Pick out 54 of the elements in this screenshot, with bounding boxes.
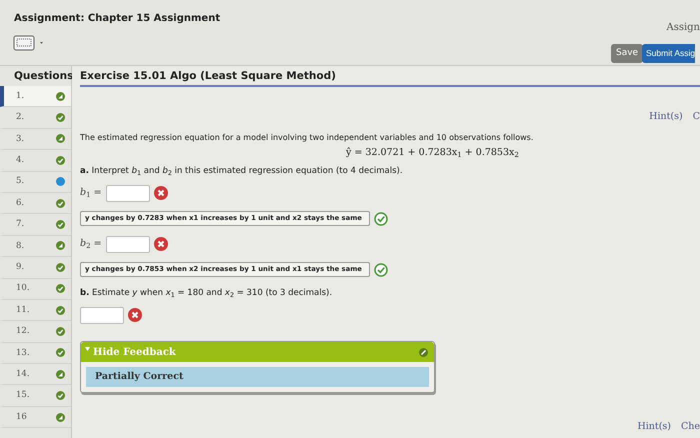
question-item[interactable]: 15. <box>0 385 71 407</box>
question-number: 15. <box>16 389 30 402</box>
question-number: 16 <box>16 410 27 424</box>
question-item[interactable]: 16 <box>0 406 71 428</box>
submit-button[interactable]: Submit Assig <box>642 44 696 63</box>
assignment-label: Assign <box>666 21 700 35</box>
answer-field[interactable] <box>106 184 150 202</box>
question-number: 14. <box>16 368 30 381</box>
question-item[interactable]: 6. <box>0 192 71 214</box>
question-number: 6. <box>16 196 24 210</box>
question-item[interactable]: 11. <box>0 300 71 322</box>
answer-field[interactable] <box>80 306 124 324</box>
question-number: 9. <box>16 260 24 274</box>
question-number: 7. <box>16 218 24 231</box>
question-item[interactable]: 3. <box>0 128 71 150</box>
hints-link[interactable]: Hint(s) <box>649 110 683 124</box>
check-link[interactable]: C <box>692 110 700 124</box>
question-number: 5. <box>16 175 24 188</box>
hints-link[interactable]: Hint(s) <box>637 420 671 434</box>
answer-label: b$_{1}$ = <box>80 186 102 200</box>
question-text: b. Estimate y when x$_{1}$ = 180 and x$_{2}$ = 310 (to 3 decimals). <box>80 287 334 301</box>
check-link[interactable]: Che <box>680 420 700 434</box>
answer-label: b$_{2}$ = <box>80 236 102 252</box>
feedback-result: Partially Correct <box>86 367 429 387</box>
question-number: 11. <box>16 304 30 316</box>
question-text: The estimated regression equation for a model involving two independent variables and 10 observations follows. <box>80 132 534 144</box>
questions-heading: Questions <box>13 69 71 84</box>
answer-field[interactable] <box>106 236 150 252</box>
question-number: 13. <box>16 346 30 360</box>
pencil-icon[interactable] <box>419 348 428 356</box>
exercise-tab[interactable]: Exercise 15.01 Algo (Least Square Method) <box>80 66 700 87</box>
question-number: 12. <box>16 325 30 338</box>
question-item[interactable]: 7. <box>0 214 71 236</box>
question-item[interactable]: 8. <box>0 236 71 258</box>
question-item[interactable]: 2. <box>0 107 71 129</box>
question-item[interactable]: 1. <box>0 86 71 108</box>
question-item[interactable]: 5. <box>0 172 71 193</box>
question-number: 2. <box>16 111 24 124</box>
question-item[interactable]: 13. <box>0 342 71 364</box>
question-number: 4. <box>16 154 24 167</box>
question-number: 3. <box>16 132 24 146</box>
page-title: Assignment: Chapter 15 Assignment <box>14 12 220 26</box>
question-item[interactable]: 10. <box>0 278 71 300</box>
regression-equation: ŷ = 32.0721 + 0.7283x$_{1}$ + 0.7853x$_{2}$ <box>345 146 520 161</box>
question-number: 10. <box>16 282 30 296</box>
question-item[interactable]: 12. <box>0 321 71 343</box>
question-item[interactable]: 9. <box>0 257 71 279</box>
question-item[interactable]: 14. <box>0 364 71 386</box>
save-button[interactable]: Save <box>611 44 644 63</box>
question-number: 1. <box>16 90 24 103</box>
question-number: 8. <box>16 240 24 252</box>
question-item[interactable]: 4. <box>0 150 71 172</box>
question-text: a. Interpret b$_{1}$ and b$_{2}$ in this estimated regression equation (to 4 decimals). <box>80 165 404 179</box>
caret-icon <box>85 346 90 350</box>
